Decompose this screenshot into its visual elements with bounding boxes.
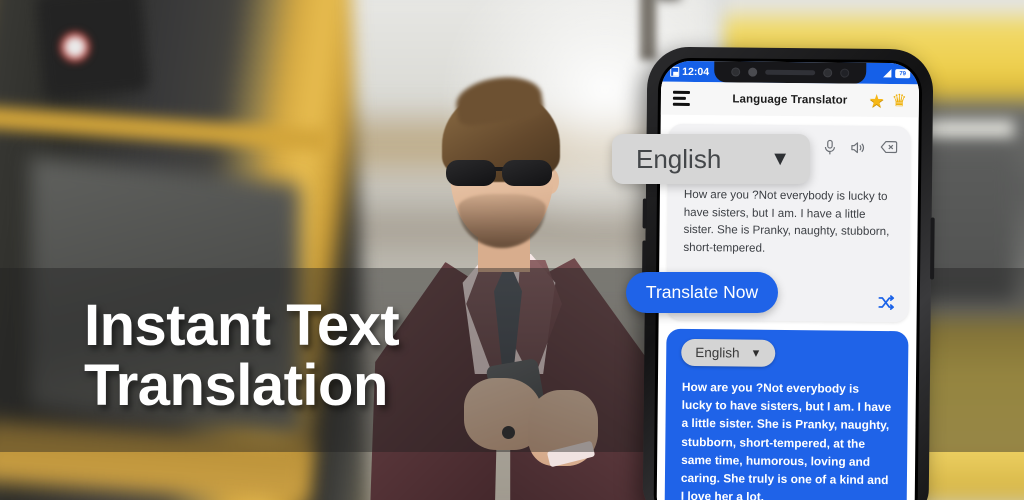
microphone-icon[interactable] (823, 139, 836, 155)
source-card-actions (823, 139, 898, 156)
crown-icon[interactable]: ♛ (892, 91, 907, 110)
swap-languages-icon[interactable] (878, 295, 895, 310)
translated-text: How are you ?Not everybody is lucky to h… (680, 379, 892, 500)
app-bar: Language Translator ★ ♛ (660, 81, 920, 118)
source-language-label: English (636, 143, 722, 174)
speaker-icon[interactable] (850, 140, 866, 156)
phone-volume-up-button[interactable] (642, 198, 647, 229)
battery-icon: 79 (895, 69, 911, 79)
chevron-down-icon: ▼ (750, 347, 762, 360)
beard (458, 194, 546, 248)
earpiece-speaker (765, 69, 816, 76)
status-bar-right: ◢ 79 (883, 67, 919, 79)
background-sign-box (35, 0, 150, 100)
translated-text-card: English ▼ How are you ?Not everybody is … (664, 328, 909, 500)
sunglass-lens-right (502, 160, 552, 186)
translate-now-label: Translate Now (645, 282, 759, 302)
star-icon[interactable]: ★ (868, 90, 884, 110)
phone-notch (714, 61, 867, 84)
target-language-label: English (695, 345, 740, 361)
ambient-light-sensor-icon (840, 68, 850, 78)
proximity-sensor-icon (823, 68, 833, 78)
sunglass-lens-left (446, 160, 496, 186)
source-language-selector[interactable]: English ▼ (612, 134, 810, 184)
translate-now-button[interactable]: Translate Now (626, 272, 778, 313)
hamburger-menu-icon[interactable] (672, 90, 691, 106)
sensor-icon (748, 67, 758, 77)
chevron-down-icon: ▼ (770, 147, 790, 170)
phone-power-button[interactable] (930, 217, 935, 280)
status-bar: 12:04 ◢ 79 (661, 60, 920, 85)
headline-line-1: Instant Text (84, 293, 400, 358)
hamburger-line-3 (672, 102, 690, 106)
background-no-entry-sign (60, 32, 90, 62)
status-bar-left: 12:04 (661, 65, 709, 78)
front-camera-icon (731, 67, 741, 77)
app-bar-actions: ★ ♛ (868, 90, 907, 110)
backspace-clear-icon[interactable] (880, 140, 898, 156)
save-icon (670, 66, 680, 77)
hamburger-line-2 (672, 96, 686, 100)
wifi-icon: ◢ (883, 67, 892, 79)
status-bar-time: 12:04 (682, 65, 710, 78)
sunglasses-icon (444, 160, 562, 186)
hamburger-line-1 (672, 90, 691, 94)
page-title: Instant Text Translation (84, 296, 644, 416)
target-language-selector[interactable]: English ▼ (681, 338, 776, 367)
headline-line-2: Translation (84, 353, 388, 418)
source-text[interactable]: How are you ?Not everybody is lucky to h… (683, 186, 896, 259)
